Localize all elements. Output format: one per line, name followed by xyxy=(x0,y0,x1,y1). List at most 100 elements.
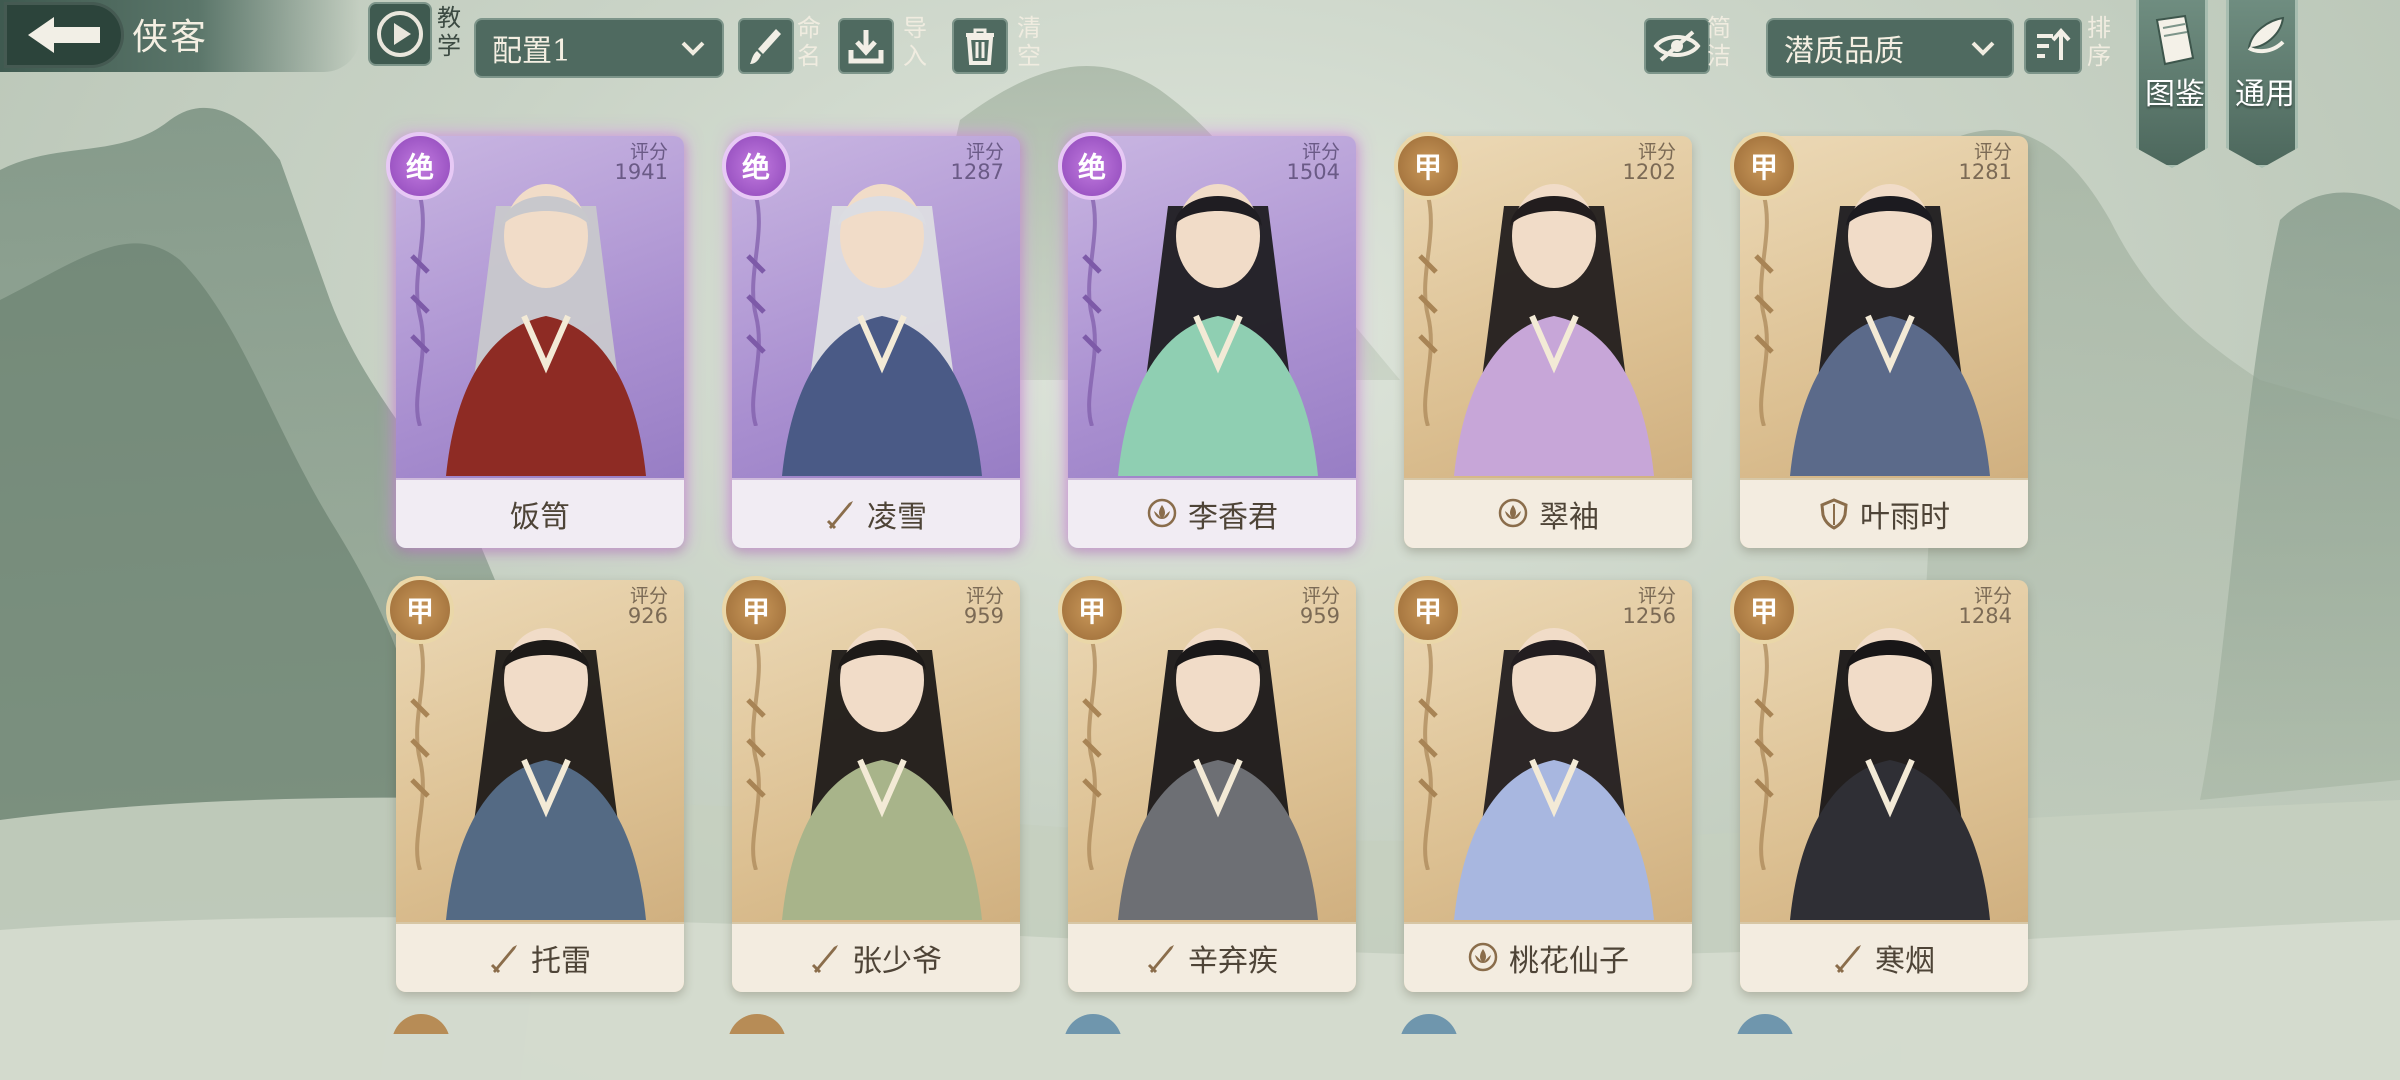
character-name: 桃花仙子 xyxy=(1509,944,1629,979)
card-frame: 评分 1256 桃花仙子 xyxy=(1404,580,1692,992)
name-bar: 翠袖 xyxy=(1404,478,1692,548)
score-value: 1202 xyxy=(1622,160,1676,184)
rank-badge: 甲 xyxy=(1394,576,1462,644)
character-card[interactable]: 评分 959 辛弃疾 甲 xyxy=(1058,576,1356,992)
chevron-down-icon xyxy=(1971,41,1995,56)
card-frame: 评分 959 张少爷 xyxy=(732,580,1020,992)
sort-order-button[interactable] xyxy=(2024,18,2082,74)
rank-badge: 甲 xyxy=(1730,576,1798,644)
character-name: 李香君 xyxy=(1188,500,1278,535)
character-card[interactable]: 评分 959 张少爷 甲 xyxy=(722,576,1020,992)
chevron-down-icon xyxy=(681,41,705,56)
rename-button[interactable] xyxy=(738,18,794,74)
scroll-icon xyxy=(2247,16,2285,54)
score-value: 1284 xyxy=(1958,604,2012,628)
rank-badge-partial xyxy=(1400,1014,1458,1034)
name-bar: 寒烟 xyxy=(1740,922,2028,992)
brush-icon xyxy=(750,29,781,64)
back-button[interactable] xyxy=(4,2,124,68)
compact-view-button[interactable] xyxy=(1644,18,1710,74)
score-value: 1281 xyxy=(1958,160,2012,184)
rank-badge: 绝 xyxy=(386,132,454,200)
name-bar: 饭笥 xyxy=(396,478,684,548)
score-value: 926 xyxy=(627,604,668,628)
character-portrait xyxy=(1118,628,1318,920)
score-display: 评分 1202 xyxy=(1622,142,1676,184)
character-portrait xyxy=(446,184,646,476)
eye-off-icon xyxy=(1653,30,1701,62)
compact-label: 简洁 xyxy=(1707,14,1731,70)
sort-label: 排序 xyxy=(2087,14,2111,70)
rank-badge-partial xyxy=(728,1014,786,1034)
sword-icon xyxy=(826,501,853,530)
tutorial-button[interactable] xyxy=(368,2,432,66)
top-bar: 侠客 教学 配置1 命名 导入 清空 简洁 潜质品质 排序 图鉴 通用 xyxy=(0,0,2400,168)
name-bar: 托雷 xyxy=(396,922,684,992)
rank-strip xyxy=(746,196,766,426)
general-label: 通用 xyxy=(2235,77,2295,112)
character-name: 张少爷 xyxy=(852,944,942,979)
lotus-icon xyxy=(1468,942,1498,972)
rank-badge-partial xyxy=(1064,1014,1122,1034)
clear-button[interactable] xyxy=(952,18,1008,74)
rank-strip xyxy=(1754,196,1774,426)
score-value: 1504 xyxy=(1286,160,1340,184)
sort-dropdown[interactable]: 潜质品质 xyxy=(1766,18,2014,78)
rank-strip xyxy=(746,640,766,870)
score-value: 959 xyxy=(1299,604,1340,628)
rename-label: 命名 xyxy=(797,14,821,70)
character-name: 凌雪 xyxy=(867,500,927,535)
config-dropdown-value: 配置1 xyxy=(492,34,572,69)
score-value: 959 xyxy=(963,604,1004,628)
character-card[interactable]: 评分 1941 饭笥 绝 xyxy=(386,132,684,548)
rank-badge-partial xyxy=(392,1014,450,1034)
lotus-icon xyxy=(1147,498,1177,528)
character-name: 饭笥 xyxy=(510,500,570,535)
character-card-grid: 评分 1941 饭笥绝 评分 1287 凌雪绝 评分 1504 李香君绝 评分 1202 翠袖甲… xyxy=(386,132,2036,1036)
character-card[interactable]: 评分 1284 寒烟 甲 xyxy=(1730,576,2028,992)
score-display: 评分 926 xyxy=(627,586,668,628)
download-icon xyxy=(848,30,884,64)
character-card[interactable]: 评分 1504 李香君 绝 xyxy=(1058,132,1356,548)
play-icon xyxy=(377,11,423,57)
codex-button[interactable]: 图鉴 xyxy=(2136,0,2208,168)
character-portrait xyxy=(1118,184,1318,476)
character-portrait xyxy=(782,628,982,920)
rank-strip xyxy=(1082,640,1102,870)
config-dropdown[interactable]: 配置1 xyxy=(474,18,724,78)
lotus-icon xyxy=(1498,498,1528,528)
card-frame: 评分 1284 寒烟 xyxy=(1740,580,2028,992)
sword-icon xyxy=(1834,945,1861,974)
rank-strip xyxy=(1754,640,1774,870)
rank-badge: 甲 xyxy=(722,576,790,644)
sword-icon xyxy=(1147,945,1174,974)
back-arrow-icon xyxy=(28,17,100,53)
score-value: 1941 xyxy=(614,160,668,184)
character-card[interactable]: 评分 1256 桃花仙子 甲 xyxy=(1394,576,1692,992)
rank-badge: 绝 xyxy=(722,132,790,200)
trash-icon xyxy=(966,28,994,65)
character-portrait xyxy=(1790,184,1990,476)
shield-icon xyxy=(1820,498,1848,530)
rank-strip xyxy=(1418,640,1438,870)
card-frame: 评分 1287 凌雪 xyxy=(732,136,1020,548)
character-card[interactable]: 评分 926 托雷 甲 xyxy=(386,576,684,992)
codex-label: 图鉴 xyxy=(2145,77,2205,112)
character-name: 翠袖 xyxy=(1539,500,1599,535)
name-bar: 凌雪 xyxy=(732,478,1020,548)
sort-icon xyxy=(2037,27,2071,60)
general-button[interactable]: 通用 xyxy=(2226,0,2298,168)
rank-badge: 绝 xyxy=(1058,132,1126,200)
character-portrait xyxy=(1790,628,1990,920)
card-frame: 评分 1941 饭笥 xyxy=(396,136,684,548)
card-frame: 评分 1281 叶雨时 xyxy=(1740,136,2028,548)
character-portrait xyxy=(782,184,982,476)
import-button[interactable] xyxy=(838,18,894,74)
name-bar: 桃花仙子 xyxy=(1404,922,1692,992)
score-display: 评分 1941 xyxy=(614,142,668,184)
import-label: 导入 xyxy=(903,14,927,70)
character-name: 寒烟 xyxy=(1875,944,1935,979)
character-card[interactable]: 评分 1281 叶雨时 甲 xyxy=(1730,132,2028,548)
character-card[interactable]: 评分 1287 凌雪 绝 xyxy=(722,132,1020,548)
character-card[interactable]: 评分 1202 翠袖 甲 xyxy=(1394,132,1692,548)
